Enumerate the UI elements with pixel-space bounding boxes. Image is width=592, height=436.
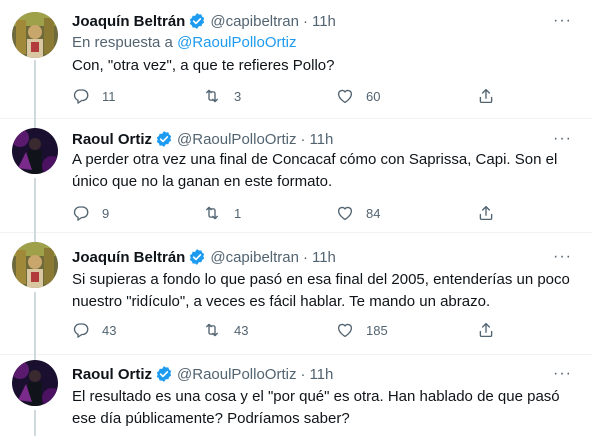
tweet-thread: Joaquín Beltrán @capibeltran · 11h ··· E… <box>0 0 592 436</box>
like-count: 60 <box>366 88 381 104</box>
like-icon <box>336 204 354 222</box>
thread-connector <box>34 60 36 118</box>
like-count: 84 <box>366 205 381 221</box>
verified-badge-icon <box>188 12 206 30</box>
tweet-text: El resultado es una cosa y el "por qué" … <box>72 388 560 427</box>
tweet-header: Raoul Ortiz @RaoulPolloOrtiz · 11h <box>72 364 333 384</box>
tweet-header: Joaquín Beltrán @capibeltran · 11h <box>72 247 336 267</box>
reply-count: 9 <box>102 205 110 221</box>
more-icon[interactable]: ··· <box>553 130 572 148</box>
separator-dot: · <box>300 365 306 383</box>
separator-dot: · <box>302 12 308 30</box>
tweet-actions: 9 1 84 <box>72 204 502 224</box>
retweet-icon <box>202 321 222 339</box>
author-handle[interactable]: @capibeltran <box>210 249 299 266</box>
retweet-button[interactable]: 3 <box>202 87 241 105</box>
reply-count: 11 <box>102 88 116 104</box>
share-icon <box>477 204 495 222</box>
retweet-icon <box>202 204 222 222</box>
tweet[interactable]: Joaquín Beltrán @capibeltran · 11h ··· S… <box>0 232 592 354</box>
like-button[interactable]: 60 <box>336 87 380 105</box>
thread-connector <box>34 410 36 436</box>
reply-button[interactable]: 9 <box>72 204 109 222</box>
tweet[interactable]: Raoul Ortiz @RaoulPolloOrtiz · 11h ··· E… <box>0 354 592 436</box>
tweet[interactable]: Raoul Ortiz @RaoulPolloOrtiz · 11h ··· A… <box>0 118 592 232</box>
like-button[interactable]: 185 <box>336 321 388 339</box>
thread-connector <box>34 118 36 128</box>
avatar[interactable] <box>12 128 58 174</box>
author-name[interactable]: Raoul Ortiz <box>72 131 152 148</box>
like-count: 185 <box>366 322 388 338</box>
thread-connector <box>34 232 36 242</box>
share-button[interactable] <box>477 321 495 339</box>
author-name[interactable]: Raoul Ortiz <box>72 366 152 383</box>
tweet[interactable]: Joaquín Beltrán @capibeltran · 11h ··· E… <box>0 0 592 118</box>
reply-icon <box>72 87 90 105</box>
tweet-timestamp[interactable]: 11h <box>309 131 333 148</box>
avatar[interactable] <box>12 242 58 288</box>
verified-badge-icon <box>155 365 173 383</box>
author-handle[interactable]: @capibeltran <box>210 13 299 30</box>
retweet-icon <box>202 87 222 105</box>
tweet-header: Joaquín Beltrán @capibeltran · 11h <box>72 11 336 31</box>
author-name[interactable]: Joaquín Beltrán <box>72 249 185 266</box>
retweet-button[interactable]: 43 <box>202 321 248 339</box>
separator-dot: · <box>300 130 306 148</box>
reply-context: En respuesta a @RaoulPolloOrtiz <box>72 34 297 51</box>
tweet-text: A perder otra vez una final de Concacaf … <box>72 151 558 190</box>
tweet-timestamp[interactable]: 11h <box>309 366 333 383</box>
more-icon[interactable]: ··· <box>553 248 572 266</box>
thread-connector <box>34 292 36 354</box>
share-icon <box>477 321 495 339</box>
share-button[interactable] <box>477 204 495 222</box>
retweet-count: 3 <box>234 88 242 104</box>
avatar[interactable] <box>12 360 58 406</box>
share-button[interactable] <box>477 87 495 105</box>
author-handle[interactable]: @RaoulPolloOrtiz <box>177 131 296 148</box>
retweet-button[interactable]: 1 <box>202 204 241 222</box>
retweet-count: 1 <box>234 205 242 221</box>
like-icon <box>336 87 354 105</box>
author-name[interactable]: Joaquín Beltrán <box>72 13 185 30</box>
thread-connector <box>34 178 36 232</box>
reply-icon <box>72 321 90 339</box>
reply-button[interactable]: 43 <box>72 321 116 339</box>
reply-context-label: En respuesta a <box>72 34 173 51</box>
tweet-timestamp[interactable]: 11h <box>312 249 336 266</box>
more-icon[interactable]: ··· <box>553 12 572 30</box>
reply-count: 43 <box>102 322 117 338</box>
tweet-text: Si supieras a fondo lo que pasó en esa f… <box>72 271 570 310</box>
like-icon <box>336 321 354 339</box>
tweet-actions: 11 3 60 <box>72 87 502 107</box>
verified-badge-icon <box>155 130 173 148</box>
avatar[interactable] <box>12 12 58 58</box>
author-handle[interactable]: @RaoulPolloOrtiz <box>177 366 296 383</box>
separator-dot: · <box>302 248 308 266</box>
retweet-count: 43 <box>234 322 249 338</box>
like-button[interactable]: 84 <box>336 204 380 222</box>
share-icon <box>477 87 495 105</box>
tweet-actions: 43 43 185 <box>72 321 502 341</box>
tweet-header: Raoul Ortiz @RaoulPolloOrtiz · 11h <box>72 129 333 149</box>
reply-button[interactable]: 11 <box>72 87 116 105</box>
tweet-timestamp[interactable]: 11h <box>312 13 336 30</box>
reply-context-handle[interactable]: @RaoulPolloOrtiz <box>177 34 296 51</box>
tweet-text: Con, "otra vez", a que te refieres Pollo… <box>72 57 335 74</box>
more-icon[interactable]: ··· <box>553 365 572 383</box>
reply-icon <box>72 204 90 222</box>
verified-badge-icon <box>188 248 206 266</box>
